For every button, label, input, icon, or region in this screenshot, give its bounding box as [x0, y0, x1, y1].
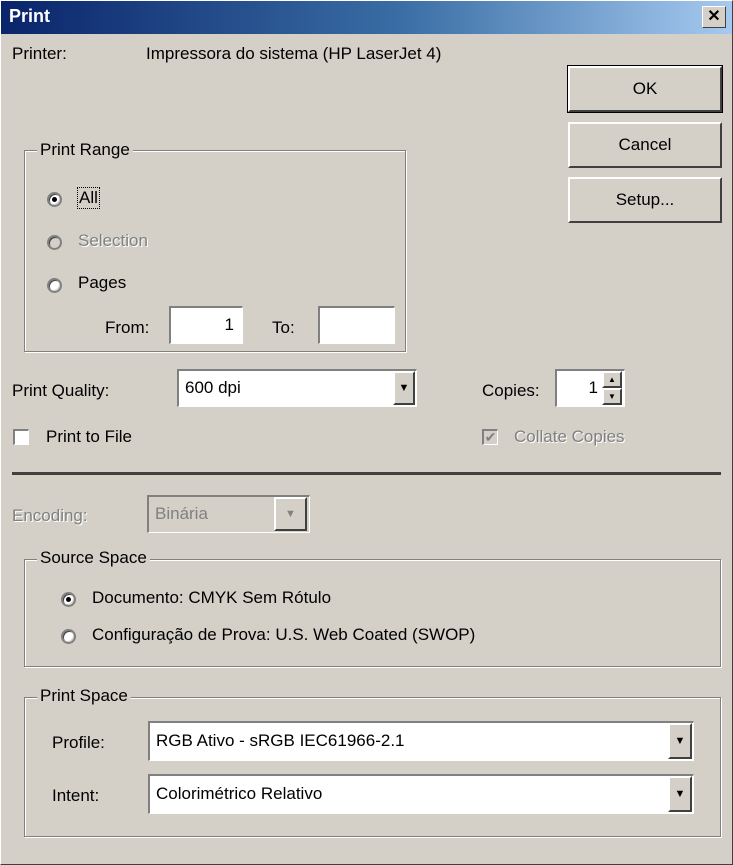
encoding-dropdown-icon: ▼: [274, 497, 307, 531]
print-quality-dropdown-icon[interactable]: ▼: [393, 371, 415, 405]
radio-selection-label: Selection: [78, 231, 148, 250]
to-input[interactable]: [318, 306, 395, 344]
print-quality-select[interactable]: 600 dpi: [177, 369, 417, 407]
printer-label: Printer:: [12, 44, 67, 63]
collate-label: Collate Copies: [514, 427, 625, 446]
print-quality-label: Print Quality:: [12, 381, 110, 400]
from-input[interactable]: 1: [169, 306, 243, 344]
radio-prova-label[interactable]: Configuração de Prova: U.S. Web Coated (…: [92, 625, 475, 645]
spin-up-icon[interactable]: ▲: [602, 371, 622, 388]
print-to-file-checkbox[interactable]: [13, 429, 29, 445]
profile-value: RGB Ativo - sRGB IEC61966-2.1: [156, 731, 405, 750]
setup-button[interactable]: Setup...: [568, 177, 722, 223]
intent-dropdown-icon[interactable]: ▼: [668, 776, 692, 812]
to-label: To:: [272, 318, 295, 337]
print-range-legend: Print Range: [37, 140, 133, 160]
radio-documento-label[interactable]: Documento: CMYK Sem Rótulo: [92, 588, 331, 608]
collate-checkbox: ✔: [482, 429, 498, 445]
radio-prova[interactable]: [61, 629, 76, 644]
radio-all[interactable]: [47, 192, 62, 207]
profile-dropdown-icon[interactable]: ▼: [668, 723, 692, 759]
profile-select[interactable]: RGB Ativo - sRGB IEC61966-2.1: [148, 721, 694, 761]
radio-pages-label[interactable]: Pages: [78, 273, 126, 293]
from-label: From:: [105, 318, 150, 337]
title-bar: [0, 0, 733, 34]
print-space-legend: Print Space: [37, 686, 131, 706]
cancel-button[interactable]: Cancel: [568, 122, 722, 168]
close-icon: ✕: [707, 8, 721, 25]
radio-documento[interactable]: [61, 592, 76, 607]
encoding-value: Binária: [155, 504, 208, 523]
printer-name: Impressora do sistema (HP LaserJet 4): [146, 44, 442, 63]
window-title: Print: [9, 6, 51, 26]
print-space-group: [24, 697, 721, 837]
source-space-legend: Source Space: [37, 548, 150, 568]
encoding-label: Encoding:: [12, 506, 88, 525]
radio-all-label[interactable]: All: [77, 187, 100, 209]
ok-button[interactable]: OK: [567, 65, 723, 113]
radio-selection: [47, 235, 62, 250]
close-button[interactable]: ✕: [702, 6, 726, 28]
profile-label: Profile:: [52, 733, 105, 752]
spin-down-icon[interactable]: ▼: [602, 388, 622, 405]
copies-label: Copies:: [482, 381, 540, 400]
print-to-file-label[interactable]: Print to File: [46, 427, 132, 447]
intent-value: Colorimétrico Relativo: [156, 784, 323, 803]
check-icon: ✔: [484, 429, 497, 445]
radio-pages[interactable]: [47, 278, 62, 293]
intent-select[interactable]: Colorimétrico Relativo: [148, 774, 694, 814]
separator: [12, 472, 721, 475]
source-space-group: [24, 559, 721, 667]
print-quality-value: 600 dpi: [185, 378, 241, 397]
intent-label: Intent:: [52, 786, 100, 805]
